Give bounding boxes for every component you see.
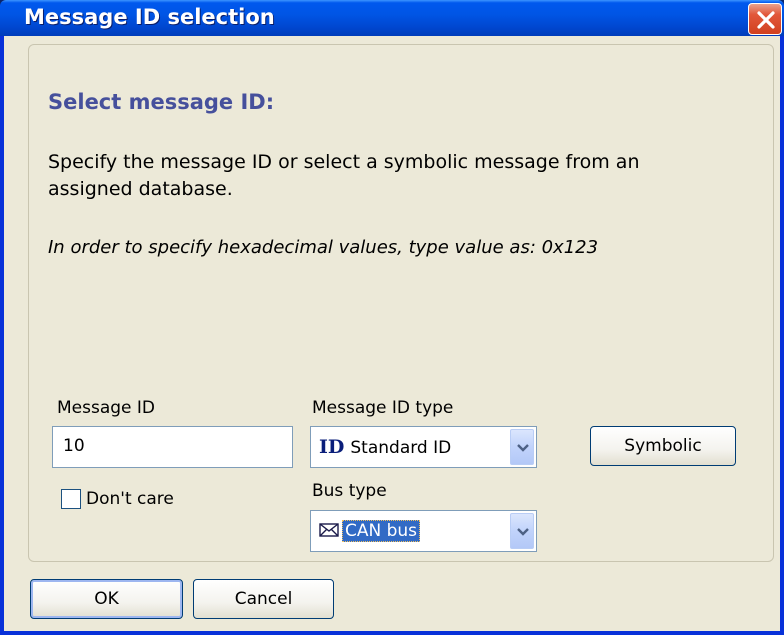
description-text: Specify the message ID or select a symbo… [48, 151, 640, 200]
ok-button[interactable]: OK [30, 579, 183, 619]
dont-care-checkbox[interactable] [61, 489, 81, 509]
page-heading: Select message ID: [48, 90, 275, 114]
envelope-icon [319, 523, 339, 537]
dialog-window: Message ID selection Select message ID: … [0, 0, 784, 635]
hex-hint-text: In order to specify hexadecimal values, … [48, 237, 599, 258]
bus-type-select[interactable]: CAN bus [310, 510, 537, 552]
chevron-down-icon [517, 528, 529, 536]
message-id-type-value: ID Standard ID [319, 436, 451, 458]
close-icon [757, 11, 775, 29]
message-id-type-label: Message ID type [312, 398, 454, 418]
bus-type-selected: CAN bus [342, 520, 421, 542]
bus-type-dropdown-button[interactable] [510, 513, 534, 549]
bus-type-label: Bus type [312, 481, 387, 501]
message-id-type-selected: Standard ID [350, 438, 452, 458]
bus-type-value: CAN bus [319, 520, 421, 542]
window-border-right [780, 36, 784, 635]
dont-care-label[interactable]: Don't care [86, 489, 174, 509]
chevron-down-icon [517, 444, 529, 452]
window-border-bottom [0, 631, 784, 635]
close-button[interactable] [748, 3, 782, 35]
message-id-type-dropdown-button[interactable] [510, 429, 534, 465]
title-bar[interactable]: Message ID selection [0, 0, 784, 36]
cancel-button[interactable]: Cancel [193, 579, 334, 619]
window-title: Message ID selection [24, 5, 275, 29]
id-icon: ID [319, 436, 345, 458]
symbolic-button[interactable]: Symbolic [590, 426, 736, 466]
content-panel [28, 44, 774, 562]
message-id-label: Message ID [57, 398, 156, 418]
message-id-type-select[interactable]: ID Standard ID [310, 426, 537, 468]
message-id-input[interactable]: 10 [52, 426, 293, 468]
